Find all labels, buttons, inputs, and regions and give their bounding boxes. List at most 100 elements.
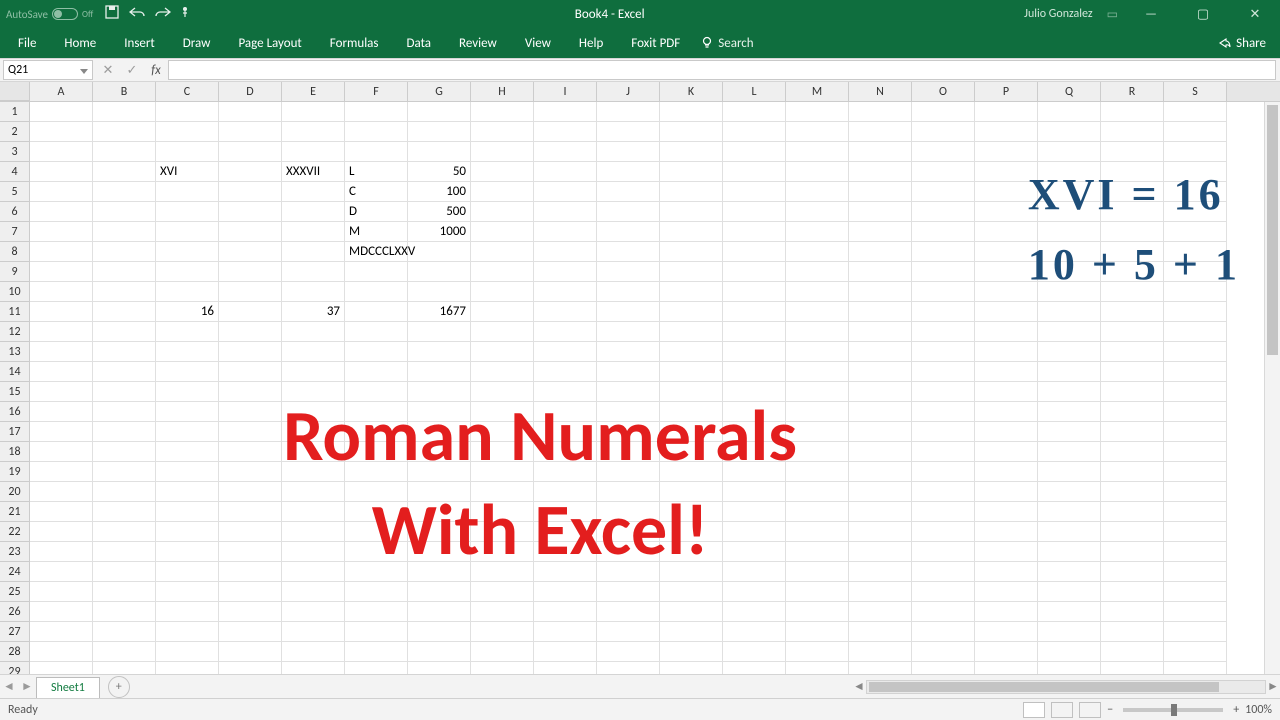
spreadsheet-grid[interactable]: ABCDEFGHIJKLMNOPQRS 1234XVIXXXVIIL505C10… bbox=[0, 82, 1280, 674]
cell-D25[interactable] bbox=[219, 582, 282, 602]
fx-icon[interactable]: fx bbox=[144, 63, 168, 78]
cell-N5[interactable] bbox=[849, 182, 912, 202]
cell-J10[interactable] bbox=[597, 282, 660, 302]
touch-mode-icon[interactable] bbox=[181, 5, 195, 23]
cell-S29[interactable] bbox=[1164, 662, 1227, 674]
cell-F28[interactable] bbox=[345, 642, 408, 662]
cell-S9[interactable] bbox=[1164, 262, 1227, 282]
hscroll-track[interactable] bbox=[866, 680, 1266, 694]
cell-M24[interactable] bbox=[786, 562, 849, 582]
tab-page-layout[interactable]: Page Layout bbox=[224, 28, 315, 58]
column-header-H[interactable]: H bbox=[471, 82, 534, 101]
cell-N26[interactable] bbox=[849, 602, 912, 622]
cell-P22[interactable] bbox=[975, 522, 1038, 542]
cell-M22[interactable] bbox=[786, 522, 849, 542]
cell-P19[interactable] bbox=[975, 462, 1038, 482]
row-header[interactable]: 3 bbox=[0, 142, 30, 162]
cell-I18[interactable] bbox=[534, 442, 597, 462]
minimize-button[interactable]: — bbox=[1132, 7, 1170, 22]
cell-M10[interactable] bbox=[786, 282, 849, 302]
cell-H11[interactable] bbox=[471, 302, 534, 322]
cell-E13[interactable] bbox=[282, 342, 345, 362]
cell-C16[interactable] bbox=[156, 402, 219, 422]
cell-R17[interactable] bbox=[1101, 422, 1164, 442]
cell-J3[interactable] bbox=[597, 142, 660, 162]
cell-C13[interactable] bbox=[156, 342, 219, 362]
cell-E4[interactable]: XXXVII bbox=[282, 162, 345, 182]
cell-Q24[interactable] bbox=[1038, 562, 1101, 582]
tab-home[interactable]: Home bbox=[50, 28, 110, 58]
cell-S5[interactable] bbox=[1164, 182, 1227, 202]
cell-S11[interactable] bbox=[1164, 302, 1227, 322]
cell-S25[interactable] bbox=[1164, 582, 1227, 602]
cell-M13[interactable] bbox=[786, 342, 849, 362]
cell-L9[interactable] bbox=[723, 262, 786, 282]
row-header[interactable]: 27 bbox=[0, 622, 30, 642]
cell-I14[interactable] bbox=[534, 362, 597, 382]
cell-M19[interactable] bbox=[786, 462, 849, 482]
cell-I28[interactable] bbox=[534, 642, 597, 662]
cell-J21[interactable] bbox=[597, 502, 660, 522]
cell-F7[interactable]: M bbox=[345, 222, 408, 242]
cell-Q20[interactable] bbox=[1038, 482, 1101, 502]
cell-B16[interactable] bbox=[93, 402, 156, 422]
cell-B14[interactable] bbox=[93, 362, 156, 382]
cell-E24[interactable] bbox=[282, 562, 345, 582]
cell-J4[interactable] bbox=[597, 162, 660, 182]
cell-G27[interactable] bbox=[408, 622, 471, 642]
cell-M29[interactable] bbox=[786, 662, 849, 674]
cell-L7[interactable] bbox=[723, 222, 786, 242]
cell-A26[interactable] bbox=[30, 602, 93, 622]
cell-J12[interactable] bbox=[597, 322, 660, 342]
cell-E11[interactable]: 37 bbox=[282, 302, 345, 322]
cell-S26[interactable] bbox=[1164, 602, 1227, 622]
cell-A15[interactable] bbox=[30, 382, 93, 402]
cell-F17[interactable] bbox=[345, 422, 408, 442]
cell-H23[interactable] bbox=[471, 542, 534, 562]
cell-G1[interactable] bbox=[408, 102, 471, 122]
cell-R3[interactable] bbox=[1101, 142, 1164, 162]
cell-K24[interactable] bbox=[660, 562, 723, 582]
tell-me-search[interactable]: Search bbox=[700, 36, 753, 51]
cell-D5[interactable] bbox=[219, 182, 282, 202]
row-header[interactable]: 5 bbox=[0, 182, 30, 202]
cell-L26[interactable] bbox=[723, 602, 786, 622]
cell-N3[interactable] bbox=[849, 142, 912, 162]
cell-I10[interactable] bbox=[534, 282, 597, 302]
cell-C5[interactable] bbox=[156, 182, 219, 202]
cell-F6[interactable]: D bbox=[345, 202, 408, 222]
cell-H13[interactable] bbox=[471, 342, 534, 362]
cell-L23[interactable] bbox=[723, 542, 786, 562]
cell-K8[interactable] bbox=[660, 242, 723, 262]
cell-A11[interactable] bbox=[30, 302, 93, 322]
row-header[interactable]: 2 bbox=[0, 122, 30, 142]
cell-F15[interactable] bbox=[345, 382, 408, 402]
cell-A21[interactable] bbox=[30, 502, 93, 522]
cell-R14[interactable] bbox=[1101, 362, 1164, 382]
cell-A24[interactable] bbox=[30, 562, 93, 582]
zoom-level[interactable]: 100% bbox=[1245, 703, 1272, 717]
cell-L21[interactable] bbox=[723, 502, 786, 522]
undo-icon[interactable] bbox=[129, 6, 145, 22]
cell-G15[interactable] bbox=[408, 382, 471, 402]
cell-J18[interactable] bbox=[597, 442, 660, 462]
cell-P23[interactable] bbox=[975, 542, 1038, 562]
cell-K15[interactable] bbox=[660, 382, 723, 402]
row-header[interactable]: 6 bbox=[0, 202, 30, 222]
cell-G20[interactable] bbox=[408, 482, 471, 502]
cell-D7[interactable] bbox=[219, 222, 282, 242]
cell-K16[interactable] bbox=[660, 402, 723, 422]
cell-F9[interactable] bbox=[345, 262, 408, 282]
row-header[interactable]: 21 bbox=[0, 502, 30, 522]
cell-M7[interactable] bbox=[786, 222, 849, 242]
cell-D22[interactable] bbox=[219, 522, 282, 542]
cell-Q25[interactable] bbox=[1038, 582, 1101, 602]
cell-H21[interactable] bbox=[471, 502, 534, 522]
cell-M5[interactable] bbox=[786, 182, 849, 202]
cell-I12[interactable] bbox=[534, 322, 597, 342]
hscroll-right-icon[interactable]: ► bbox=[1266, 679, 1280, 694]
cell-P10[interactable] bbox=[975, 282, 1038, 302]
cell-G4[interactable]: 50 bbox=[408, 162, 471, 182]
cell-G9[interactable] bbox=[408, 262, 471, 282]
cell-J23[interactable] bbox=[597, 542, 660, 562]
